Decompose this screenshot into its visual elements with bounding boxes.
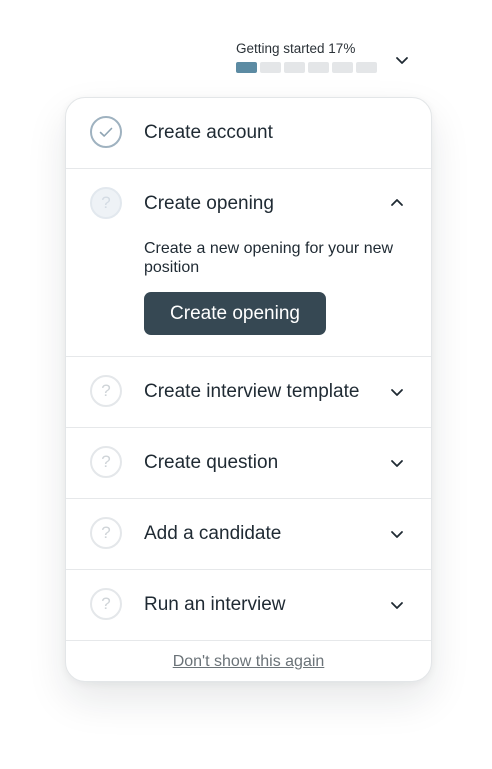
chevron-down-icon[interactable] [394, 52, 410, 68]
question-mark: ? [101, 193, 111, 212]
question-mark: ? [101, 381, 111, 400]
chevron-down-icon[interactable] [389, 526, 405, 542]
step-add-candidate[interactable]: ? Add a candidate [66, 499, 431, 570]
step-run-interview[interactable]: ? Run an interview [66, 570, 431, 641]
question-mark: ? [101, 452, 111, 471]
step-label: Create question [144, 452, 279, 473]
progress-header: Getting started 17% [236, 40, 416, 76]
step-label: Run an interview [144, 594, 286, 615]
check-circle-icon [90, 116, 122, 148]
progress-segment [236, 62, 257, 73]
progress-segment [284, 62, 305, 73]
step-label: Add a candidate [144, 523, 282, 544]
question-circle-icon: ? [90, 517, 122, 549]
step-create-account[interactable]: Create account [66, 98, 431, 169]
question-circle-icon: ? [90, 375, 122, 407]
step-label[interactable]: Create opening [144, 193, 274, 215]
progress-segment [356, 62, 377, 73]
getting-started-checklist: Create account ? Create opening Create a… [65, 97, 432, 682]
question-circle-icon: ? [90, 446, 122, 478]
chevron-down-icon[interactable] [389, 384, 405, 400]
step-label: Create account [144, 122, 273, 143]
create-opening-button[interactable]: Create opening [144, 292, 326, 335]
question-mark: ? [101, 523, 111, 542]
question-mark: ? [101, 594, 111, 613]
progress-bar [236, 62, 380, 73]
progress-title: Getting started 17% [236, 41, 356, 56]
question-circle-icon: ? [90, 588, 122, 620]
chevron-down-icon[interactable] [389, 597, 405, 613]
step-label: Create interview template [144, 381, 360, 402]
progress-segment [308, 62, 329, 73]
progress-segment [260, 62, 281, 73]
step-description: Create a new opening for your new positi… [144, 240, 394, 276]
step-create-question[interactable]: ? Create question [66, 428, 431, 499]
dont-show-again-link[interactable]: Don't show this again [66, 653, 431, 671]
question-circle-icon: ? [90, 187, 122, 219]
step-create-interview-template[interactable]: ? Create interview template [66, 357, 431, 428]
progress-segment [332, 62, 353, 73]
chevron-up-icon[interactable] [389, 195, 405, 211]
chevron-down-icon[interactable] [389, 455, 405, 471]
